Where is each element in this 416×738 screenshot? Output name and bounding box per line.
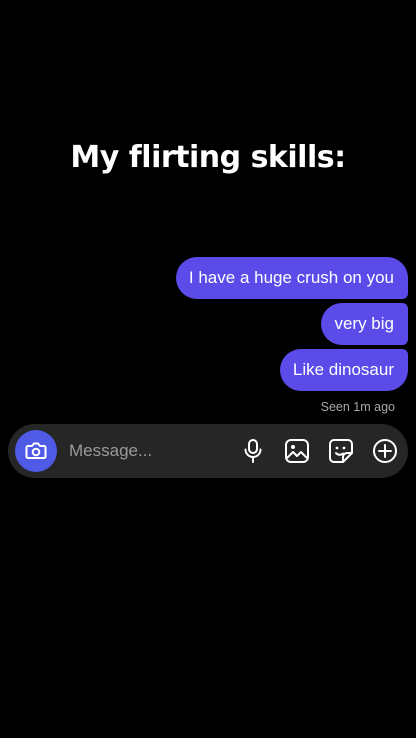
sticker-icon (328, 438, 354, 464)
sent-message-bubble[interactable]: Like dinosaur (279, 349, 408, 391)
more-button[interactable] (370, 436, 400, 466)
camera-button[interactable] (15, 430, 57, 472)
sticker-button[interactable] (326, 436, 356, 466)
seen-status: Seen 1m ago (320, 400, 395, 414)
gallery-icon (284, 438, 310, 464)
voice-button[interactable] (238, 436, 268, 466)
sent-message-bubble[interactable]: I have a huge crush on you (175, 257, 408, 299)
plus-icon (372, 438, 398, 464)
message-composer (8, 424, 408, 478)
message-input[interactable] (67, 435, 224, 467)
message-thread: I have a huge crush on you very big Like… (8, 257, 408, 414)
microphone-icon (242, 438, 264, 464)
caption-title: My flirting skills: (70, 140, 346, 175)
gallery-button[interactable] (282, 436, 312, 466)
sent-message-bubble[interactable]: very big (321, 303, 408, 345)
camera-icon (25, 442, 47, 460)
